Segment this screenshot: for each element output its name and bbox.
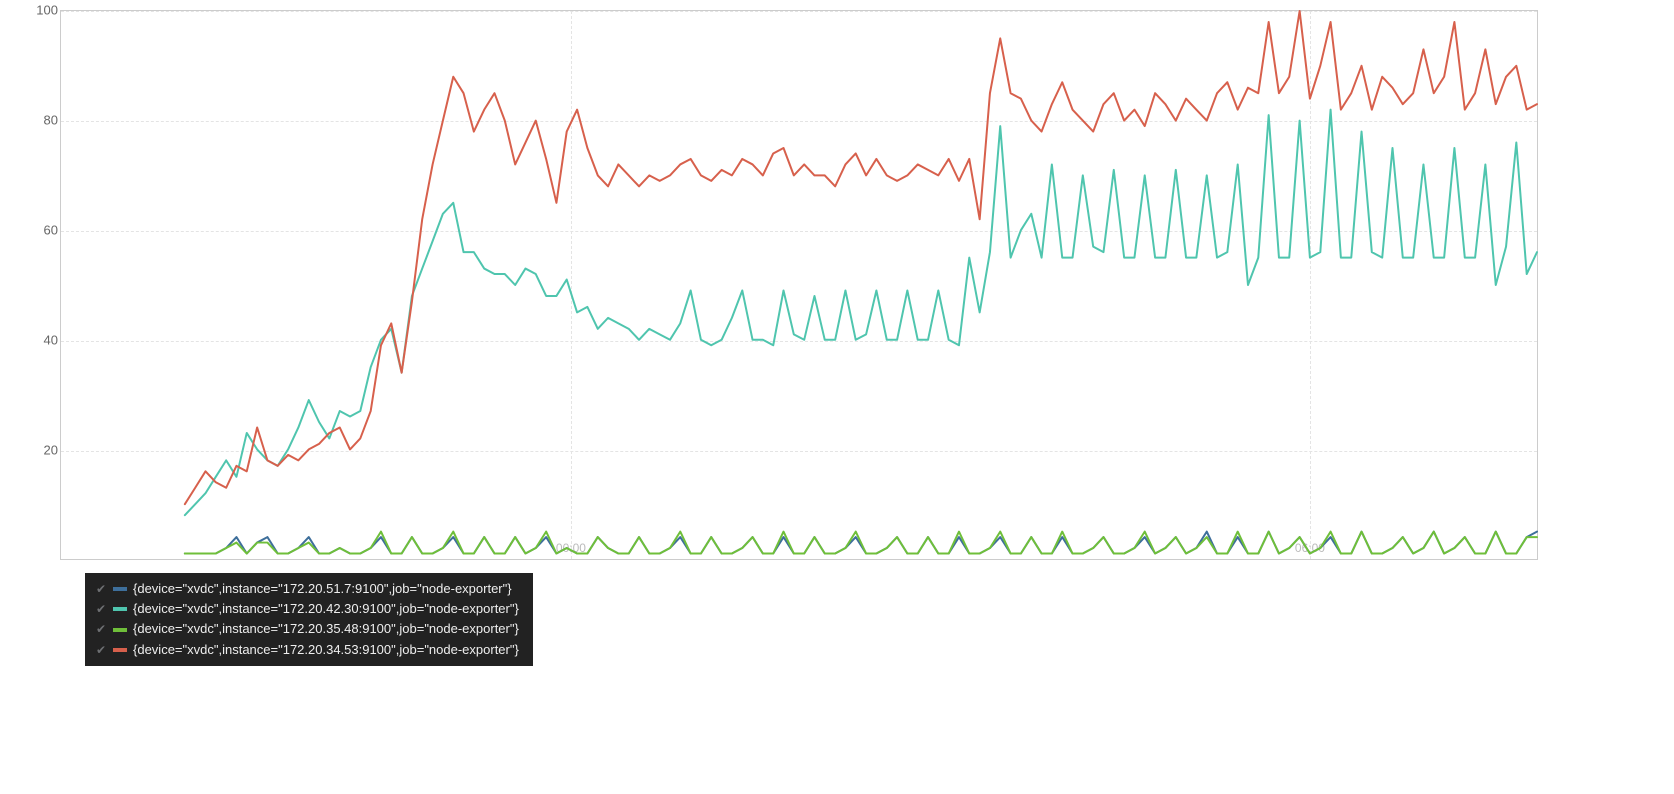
legend-item-2[interactable]: ✔ {device="xvdc",instance="172.20.35.48:… [95, 619, 519, 639]
legend-swatch-1 [113, 607, 127, 611]
legend-swatch-0 [113, 587, 127, 591]
legend: ✔ {device="xvdc",instance="172.20.51.7:9… [85, 573, 533, 666]
legend-item-3[interactable]: ✔ {device="xvdc",instance="172.20.34.53:… [95, 640, 519, 660]
ytick-80: 80 [30, 113, 58, 128]
legend-item-0[interactable]: ✔ {device="xvdc",instance="172.20.51.7:9… [95, 579, 519, 599]
ytick-40: 40 [30, 333, 58, 348]
legend-swatch-2 [113, 628, 127, 632]
legend-item-1[interactable]: ✔ {device="xvdc",instance="172.20.42.30:… [95, 599, 519, 619]
plot-area[interactable]: 00:00 06:00 [60, 10, 1538, 560]
legend-label-2: {device="xvdc",instance="172.20.35.48:91… [133, 620, 519, 638]
chart-container: 20 40 60 80 100 00:00 06:00 [30, 10, 1538, 560]
ytick-60: 60 [30, 223, 58, 238]
ytick-20: 20 [30, 443, 58, 458]
check-icon: ✔ [95, 600, 107, 618]
ytick-100: 100 [30, 3, 58, 18]
legend-label-3: {device="xvdc",instance="172.20.34.53:91… [133, 641, 519, 659]
check-icon: ✔ [95, 580, 107, 598]
check-icon: ✔ [95, 620, 107, 638]
check-icon: ✔ [95, 641, 107, 659]
legend-label-0: {device="xvdc",instance="172.20.51.7:910… [133, 580, 512, 598]
chart-lines [61, 11, 1537, 559]
legend-swatch-3 [113, 648, 127, 652]
legend-label-1: {device="xvdc",instance="172.20.42.30:91… [133, 600, 519, 618]
